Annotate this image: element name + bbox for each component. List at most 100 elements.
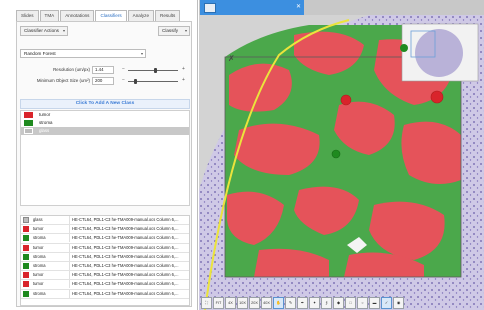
- annotation-table: glass HE-CTL64, PDL1-C3 he-TMA009-manual…: [20, 215, 190, 306]
- image-viewer[interactable]: ✕ ✗ ⛶ FIT 4X 10X 20X 40X ✋ ✎ ✒ ✦ ∱ ◆ □ ○…: [199, 0, 484, 310]
- table-row[interactable]: stroma HE-CTL64, PDL1-C3 he-TMA009-manua…: [21, 261, 189, 272]
- stroma-annotation[interactable]: [400, 44, 408, 52]
- annotation-class: glass: [33, 217, 43, 222]
- table-row[interactable]: glass HE-CTL64, PDL1-C3 he-TMA009-manual…: [21, 216, 189, 226]
- annotation-class: stroma: [33, 253, 46, 259]
- class-color-swatch: [23, 235, 29, 242]
- class-item-stroma[interactable]: stroma: [21, 119, 189, 127]
- close-icon[interactable]: ✗: [228, 54, 235, 63]
- classifier-actions-label: Classifier Actions: [24, 28, 59, 33]
- checkmark-icon[interactable]: ✓: [381, 297, 392, 309]
- pen-icon[interactable]: ✒: [297, 297, 308, 309]
- rectangle-icon[interactable]: □: [345, 297, 356, 309]
- classify-button[interactable]: Classify ▾: [158, 26, 190, 36]
- hand-tool-icon[interactable]: ✋: [273, 297, 284, 309]
- resolution-label: Resolution (um/px): [53, 67, 90, 72]
- slide-thumbnail-icon: [204, 3, 216, 13]
- tab-tma[interactable]: TMA: [39, 10, 60, 21]
- table-row[interactable]: tumor HE-CTL64, PDL1-C3 he-TMA009-manual…: [21, 271, 189, 281]
- camera-icon[interactable]: ◉: [393, 297, 404, 309]
- wand-icon[interactable]: ✦: [309, 297, 320, 309]
- minus-icon[interactable]: −: [122, 77, 125, 83]
- table-row[interactable]: stroma HE-CTL64, PDL1-C3 he-TMA009-manua…: [21, 289, 189, 299]
- table-row[interactable]: tumor HE-CTL64, PDL1-C3 he-TMA009-manual…: [21, 280, 189, 290]
- tab-results[interactable]: Results: [155, 10, 181, 21]
- tumor-annotation[interactable]: [430, 90, 444, 104]
- zoom-10x-button[interactable]: 10X: [237, 297, 248, 309]
- class-color-swatch: [23, 253, 29, 260]
- viewer-window-tab[interactable]: ✕: [200, 0, 304, 15]
- classifier-panel: Classifier Actions ▾ Classify ▾ Random F…: [16, 21, 192, 307]
- annotation-description: HE-CTL64, PDL1-C3 he-TMA009-manual.ocs C…: [69, 216, 189, 224]
- diamond-icon[interactable]: ◆: [333, 297, 344, 309]
- overview-core: [415, 29, 463, 77]
- min-object-size-param: Minimum Object Size (um²) 200 − +: [20, 77, 190, 86]
- chevron-down-icon: ▾: [184, 28, 187, 33]
- class-name: stroma: [39, 120, 53, 125]
- zoom-4x-button[interactable]: 4X: [225, 297, 236, 309]
- annotation-description: HE-CTL64, PDL1-C3 he-TMA009-manual.ocs C…: [69, 252, 189, 261]
- resolution-input[interactable]: 1.44: [92, 66, 114, 74]
- close-icon[interactable]: ✕: [296, 3, 301, 10]
- annotation-class: stroma: [33, 262, 46, 268]
- annotation-description: HE-CTL64, PDL1-C3 he-TMA009-manual.ocs C…: [69, 271, 189, 280]
- min-object-size-slider[interactable]: [128, 79, 178, 84]
- ellipse-icon[interactable]: ○: [357, 297, 368, 309]
- resolution-param: Resolution (um/px) 1.44 − +: [20, 66, 190, 75]
- annotation-class: tumor: [33, 226, 44, 232]
- add-class-button[interactable]: Click To Add A New Class: [20, 99, 190, 109]
- resolution-slider[interactable]: [128, 68, 178, 73]
- table-row[interactable]: tumor HE-CTL64, PDL1-C3 he-TMA009-manual…: [21, 243, 189, 253]
- annotation-description: HE-CTL64, PDL1-C3 he-TMA009-manual.ocs C…: [69, 261, 189, 270]
- class-list: tumor stroma glass: [20, 110, 190, 206]
- class-color-swatch: [24, 120, 33, 126]
- lasso-icon[interactable]: ∱: [321, 297, 332, 309]
- class-item-glass[interactable]: glass: [21, 127, 189, 135]
- plus-icon[interactable]: +: [182, 77, 185, 83]
- tab-annotations[interactable]: Annotations: [60, 10, 95, 21]
- fit-icon[interactable]: ⛶: [201, 297, 212, 309]
- zoom-40x-button[interactable]: 40X: [261, 297, 272, 309]
- stroma-annotation[interactable]: [331, 149, 341, 159]
- annotation-class: stroma: [33, 290, 46, 296]
- minus-icon[interactable]: −: [122, 66, 125, 72]
- annotation-description: HE-CTL64, PDL1-C3 he-TMA009-manual.ocs C…: [69, 225, 189, 234]
- tumor-annotation[interactable]: [340, 94, 352, 106]
- slider-thumb[interactable]: [153, 68, 157, 73]
- table-row[interactable]: tumor HE-CTL64, PDL1-C3 he-TMA009-manual…: [21, 225, 189, 235]
- min-object-size-input[interactable]: 200: [92, 77, 114, 85]
- class-item-tumor[interactable]: tumor: [21, 111, 189, 119]
- class-color-swatch: [24, 128, 33, 134]
- classifier-button-row: Classifier Actions ▾ Classify ▾: [20, 26, 190, 37]
- plus-icon[interactable]: +: [182, 66, 185, 72]
- annotation-class: stroma: [33, 235, 46, 241]
- class-color-swatch: [23, 226, 29, 233]
- left-panel: Slides TMA Annotations Classifiers Analy…: [0, 0, 198, 310]
- class-color-swatch: [23, 290, 29, 297]
- slide-canvas[interactable]: ✗: [199, 15, 484, 310]
- brush-icon[interactable]: ✎: [285, 297, 296, 309]
- table-row[interactable]: stroma HE-CTL64, PDL1-C3 he-TMA009-manua…: [21, 252, 189, 262]
- annotation-description: HE-CTL64, PDL1-C3 he-TMA009-manual.ocs C…: [69, 289, 189, 298]
- tumor-region: [401, 121, 461, 184]
- chevron-down-icon: ▾: [140, 51, 143, 56]
- tab-slides[interactable]: Slides: [16, 10, 39, 21]
- tab-classifiers[interactable]: Classifiers: [95, 10, 127, 21]
- viewer-toolbar: ⛶ FIT 4X 10X 20X 40X ✋ ✎ ✒ ✦ ∱ ◆ □ ○ ▬ ✓…: [199, 296, 484, 310]
- line-icon[interactable]: ▬: [369, 297, 380, 309]
- class-color-swatch: [23, 217, 29, 223]
- tab-analyze[interactable]: Analyze: [127, 10, 155, 21]
- class-color-swatch: [23, 272, 29, 279]
- annotation-description: HE-CTL64, PDL1-C3 he-TMA009-manual.ocs C…: [69, 280, 189, 289]
- classifier-type-value: Random Forest: [24, 51, 56, 56]
- table-row[interactable]: stroma HE-CTL64, PDL1-C3 he-TMA009-manua…: [21, 234, 189, 244]
- zoom-20x-button[interactable]: 20X: [249, 297, 260, 309]
- annotation-class: tumor: [33, 272, 44, 278]
- class-color-swatch: [24, 112, 33, 118]
- class-color-swatch: [23, 244, 29, 251]
- slider-thumb[interactable]: [133, 79, 137, 84]
- annotation-class: tumor: [33, 244, 44, 250]
- classifier-actions-button[interactable]: Classifier Actions ▾: [20, 26, 68, 36]
- classifier-type-select[interactable]: Random Forest ▾: [20, 49, 146, 58]
- zoom-fit-button[interactable]: FIT: [213, 297, 224, 309]
